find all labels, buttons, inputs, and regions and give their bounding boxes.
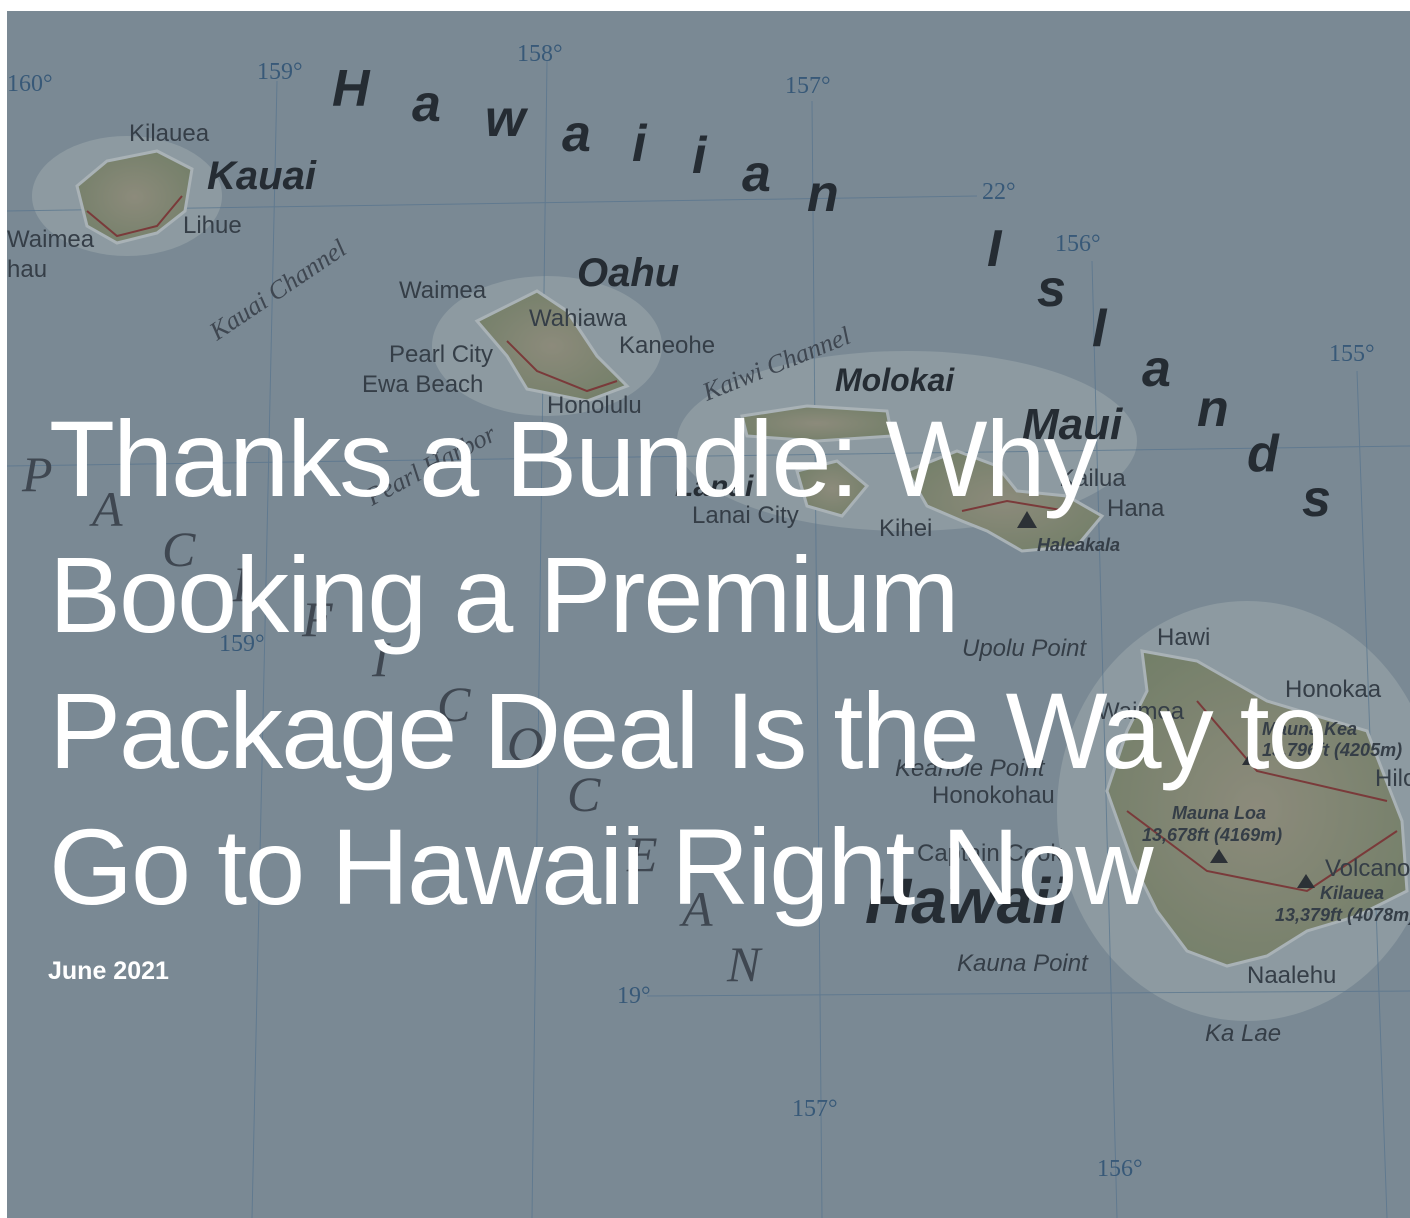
article-title[interactable]: Thanks a Bundle: Why Booking a Premium P… (49, 391, 1389, 935)
article-date: June 2021 (48, 957, 169, 985)
hero-banner[interactable]: H a w a i i a n I s l a n d s Kauai Oahu… (7, 11, 1410, 1218)
